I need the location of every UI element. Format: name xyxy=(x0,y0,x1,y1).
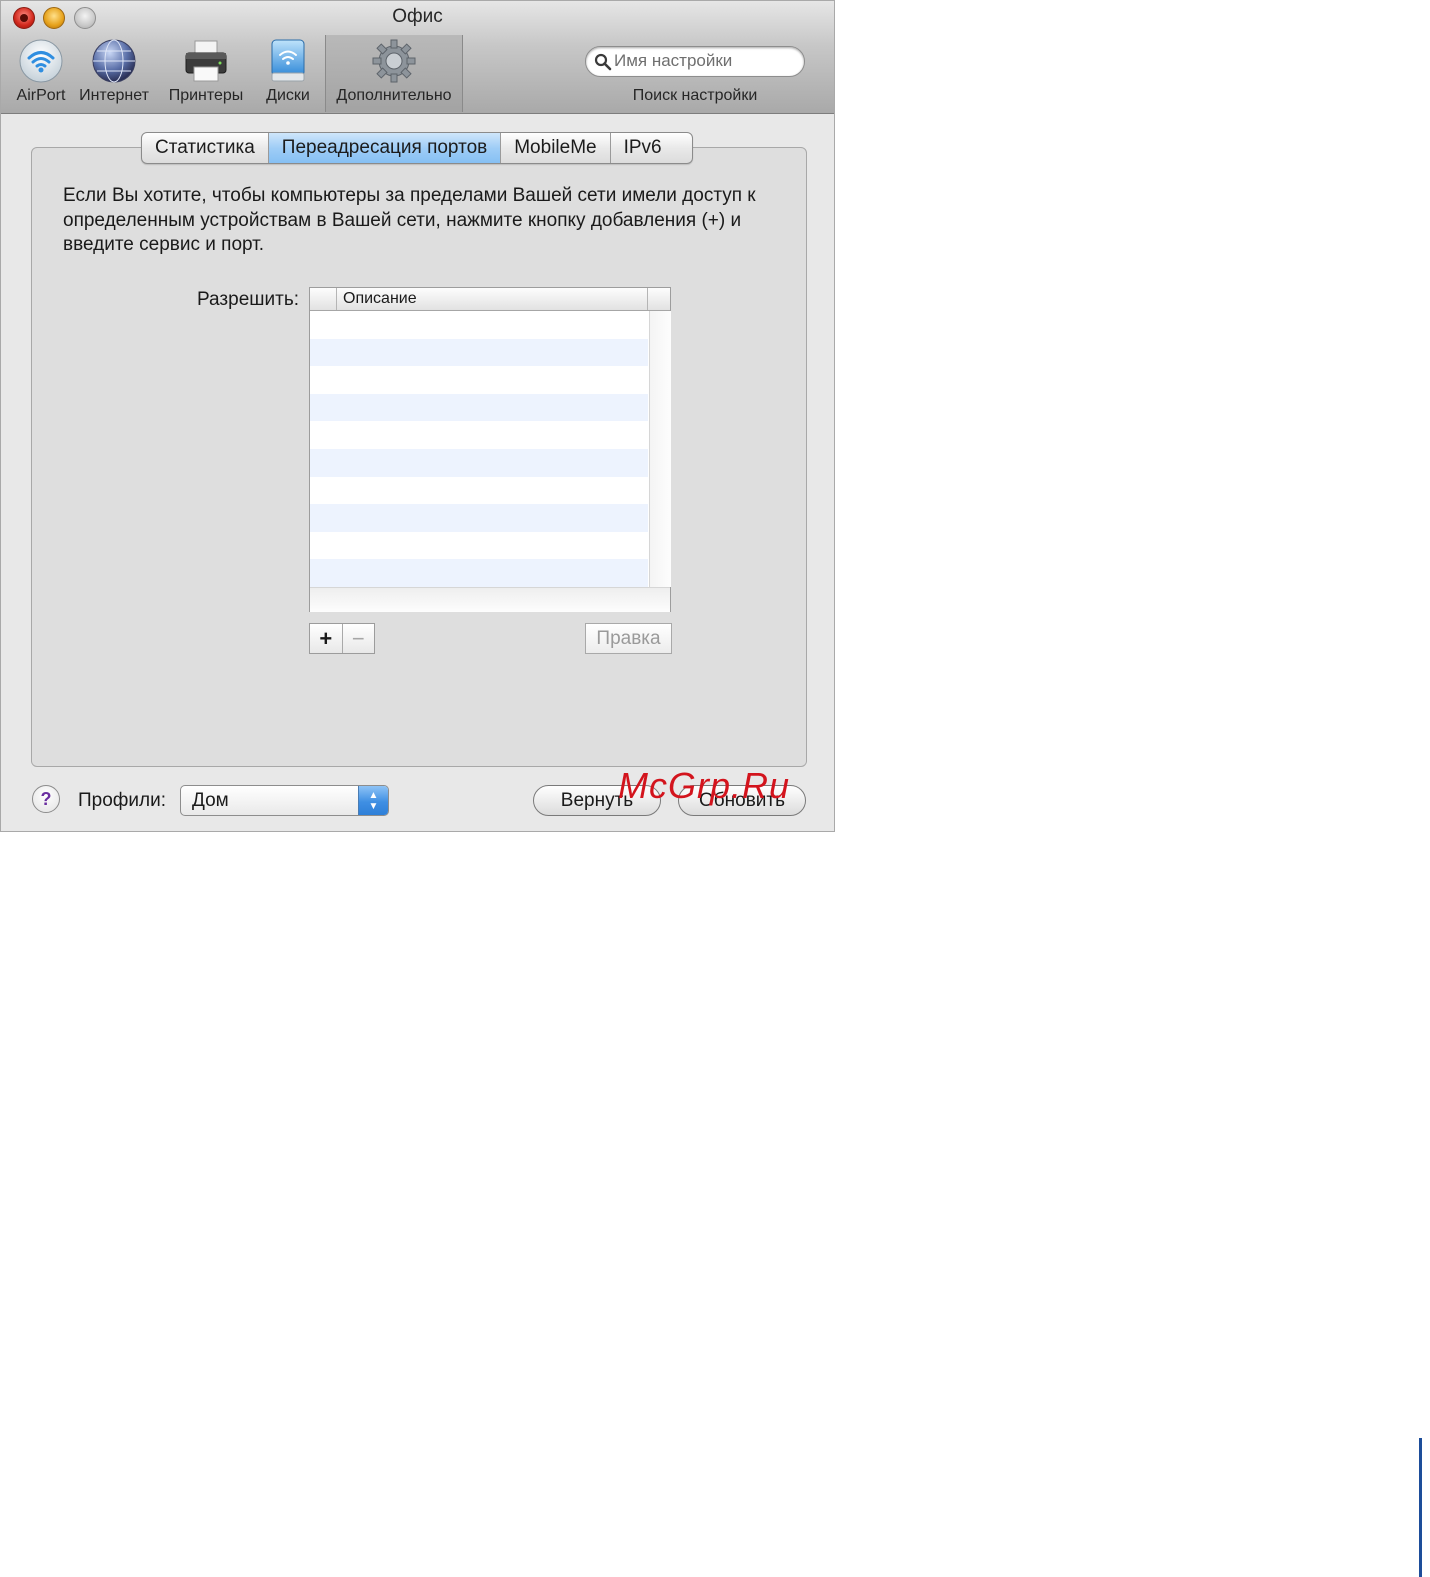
tab-bar: Статистика Переадресация портов MobileMe… xyxy=(141,132,693,164)
remove-button[interactable]: − xyxy=(343,624,375,653)
help-button[interactable]: ? xyxy=(32,785,60,813)
table-row[interactable] xyxy=(310,421,648,449)
port-forwarding-table[interactable]: Описание xyxy=(309,287,671,612)
search-label: Поиск настройки xyxy=(632,87,758,104)
tab-port-forwarding[interactable]: Переадресация портов xyxy=(268,133,502,163)
table-rows xyxy=(310,311,648,587)
table-row[interactable] xyxy=(310,311,648,339)
port-forwarding-description: Если Вы хотите, чтобы компьютеры за пред… xyxy=(63,185,756,255)
toolbar-item-airport[interactable]: AirPort xyxy=(9,37,73,109)
table-row[interactable] xyxy=(310,366,648,394)
table-header: Описание xyxy=(310,288,670,311)
settings-search[interactable] xyxy=(585,46,805,77)
tab-ipv6[interactable]: IPv6 xyxy=(611,133,692,163)
table-row[interactable] xyxy=(310,477,648,505)
updown-arrows-icon: ▲ ▼ xyxy=(358,786,388,815)
profiles-label: Профили: xyxy=(78,790,167,811)
settings-window: Офис AirPort Интернет Принтеры Диски Доп… xyxy=(0,0,835,832)
add-remove-control: + − xyxy=(309,623,375,654)
window-title: Офис xyxy=(392,6,443,27)
watermark: McGrp.Ru xyxy=(618,765,791,806)
gear-icon xyxy=(372,39,416,83)
toolbar-label-airport: AirPort xyxy=(16,87,66,104)
tab-statistics[interactable]: Статистика xyxy=(142,133,269,163)
table-row[interactable] xyxy=(310,504,648,532)
profiles-select[interactable]: Дом ▲ ▼ xyxy=(180,785,389,816)
table-row[interactable] xyxy=(310,448,648,477)
toolbar-label-printers: Принтеры xyxy=(168,87,244,104)
airport-icon xyxy=(19,39,63,83)
column-header-enabled[interactable] xyxy=(310,288,337,310)
profiles-select-value: Дом xyxy=(192,790,229,811)
printer-icon xyxy=(185,40,227,82)
toolbar-item-internet[interactable]: Интернет xyxy=(75,37,153,109)
page-edge-marker xyxy=(1419,1438,1422,1577)
disk-icon xyxy=(271,39,305,82)
search-icon xyxy=(594,53,612,71)
horizontal-scrollbar[interactable] xyxy=(310,587,670,612)
toolbar-label-advanced: Дополнительно xyxy=(336,87,452,104)
search-input[interactable] xyxy=(614,51,794,71)
toolbar-item-printers[interactable]: Принтеры xyxy=(164,37,248,109)
table-row[interactable] xyxy=(310,338,648,367)
toolbar-label-internet: Интернет xyxy=(79,87,149,104)
window-toolbar: Офис AirPort Интернет Принтеры Диски Доп… xyxy=(1,1,834,114)
table-row[interactable] xyxy=(310,559,648,587)
toolbar-item-advanced[interactable]: Дополнительно xyxy=(325,35,463,112)
add-button[interactable]: + xyxy=(310,624,343,653)
vertical-scrollbar[interactable] xyxy=(649,311,671,587)
edit-button[interactable]: Правка xyxy=(585,623,672,654)
globe-icon xyxy=(92,39,136,83)
toolbar-label-disks: Диски xyxy=(266,87,310,104)
table-row[interactable] xyxy=(310,532,648,560)
allow-label: Разрешить: xyxy=(197,289,299,310)
tab-mobileme[interactable]: MobileMe xyxy=(501,133,611,163)
column-header-description[interactable]: Описание xyxy=(337,288,648,310)
table-row[interactable] xyxy=(310,393,648,422)
toolbar-item-disks[interactable]: Диски xyxy=(259,37,317,109)
